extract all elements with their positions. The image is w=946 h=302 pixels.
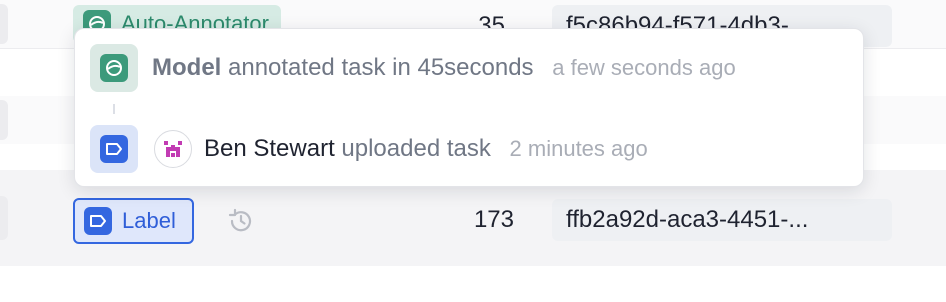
history-entry: Ben Stewart uploaded task 2 minutes ago [90, 125, 648, 173]
history-entry: Model annotated task in 45seconds a few … [90, 44, 736, 92]
timeline-connector [113, 104, 115, 114]
model-icon [90, 44, 138, 92]
label-icon [84, 207, 112, 235]
row-edge [0, 4, 8, 44]
label-icon [90, 125, 138, 173]
label-chip[interactable]: Label [73, 198, 194, 244]
history-actor[interactable]: Ben Stewart [204, 135, 335, 162]
task-history-popover: Model annotated task in 45seconds a few … [74, 28, 864, 187]
history-icon[interactable] [226, 206, 256, 236]
row-edge [0, 100, 8, 140]
task-count: 173 [473, 206, 514, 233]
history-action: uploaded task [341, 135, 491, 162]
history-time: 2 minutes ago [509, 136, 648, 161]
history-time: a few seconds ago [552, 55, 736, 80]
row-edge [0, 196, 8, 240]
history-actor: Model [152, 54, 222, 81]
avatar[interactable] [154, 130, 192, 168]
history-action: annotated task in 45seconds [228, 54, 534, 81]
chip-label: Label [122, 208, 176, 233]
task-id[interactable]: ffb2a92d-aca3-4451-... [552, 199, 892, 241]
